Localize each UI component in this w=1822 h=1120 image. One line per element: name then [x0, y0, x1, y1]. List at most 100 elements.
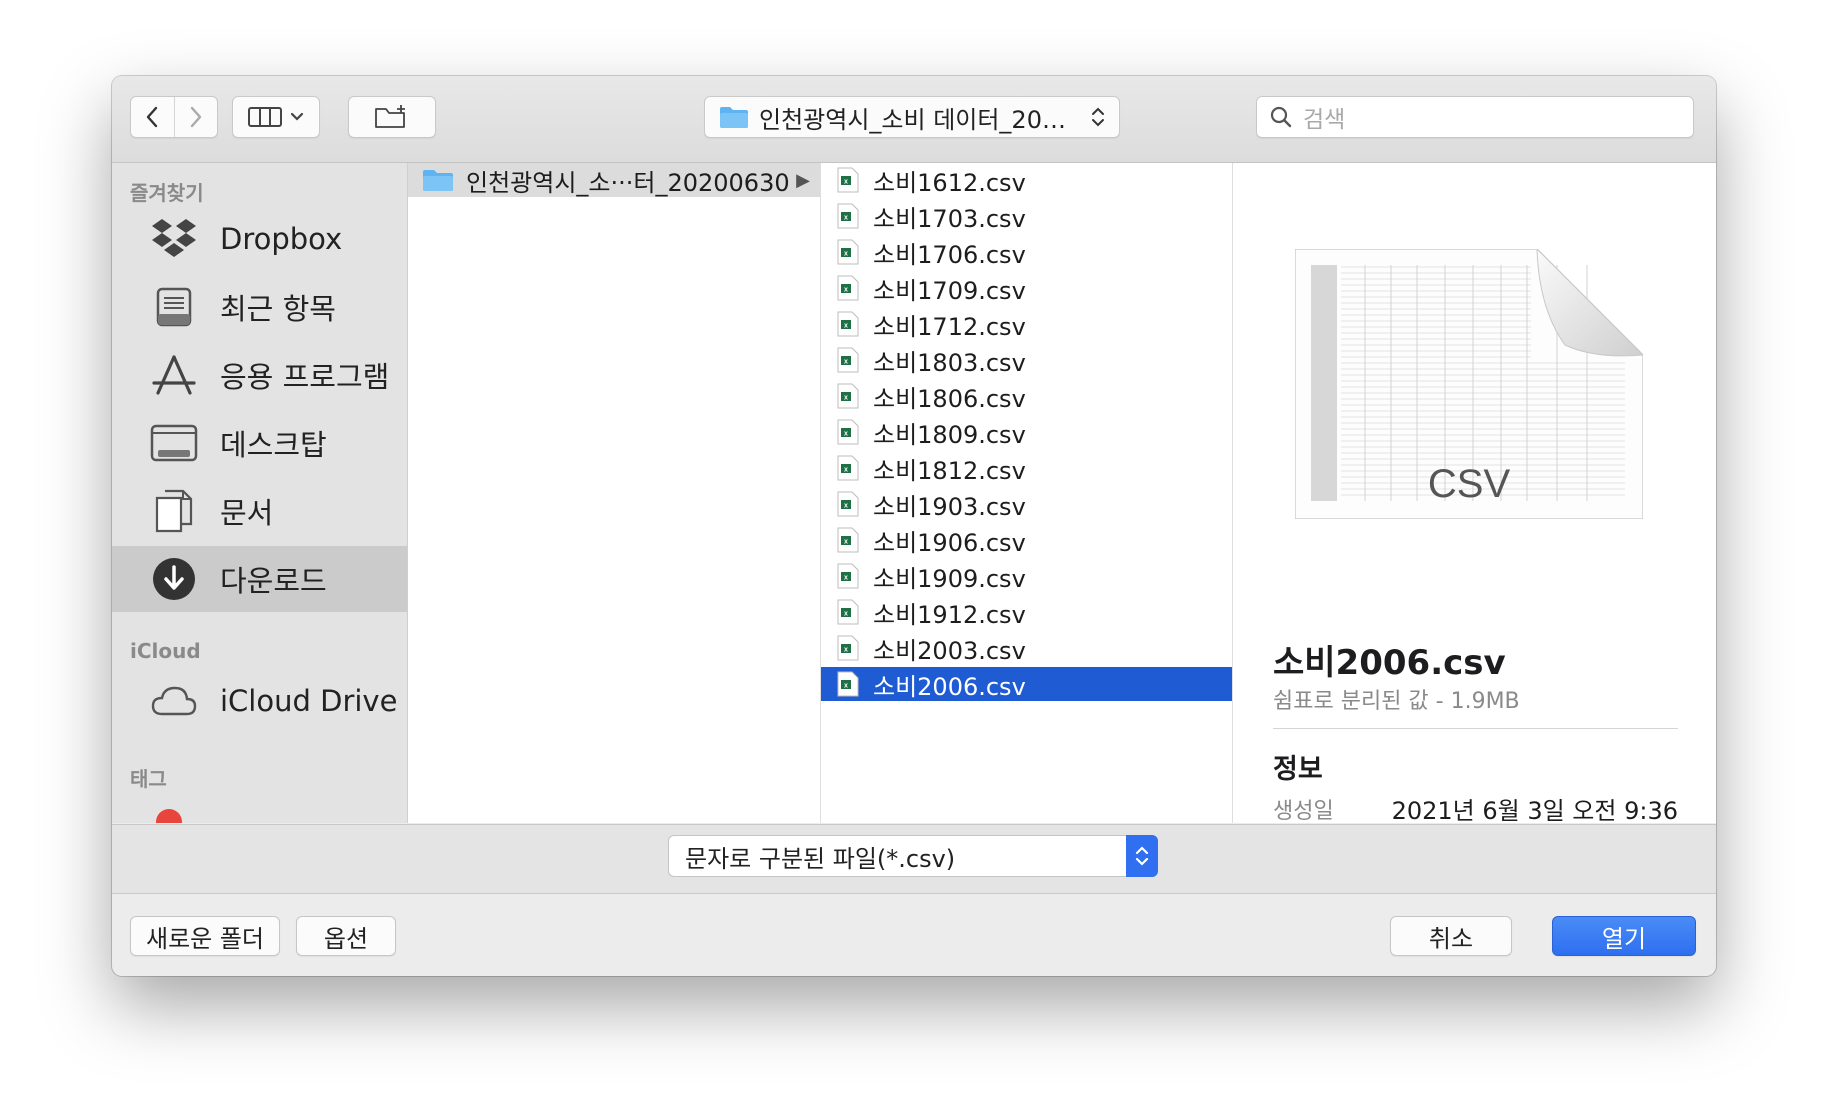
file-row[interactable]: x 소비1903.csv [821, 487, 1232, 521]
folder-icon [423, 170, 453, 191]
file-name: 소비2006.csv [873, 672, 1026, 701]
sidebar-item-label: 응용 프로그램 [220, 360, 390, 394]
file-name: 소비1903.csv [873, 492, 1026, 521]
cancel-button[interactable]: 취소 [1390, 916, 1512, 956]
format-bar: 문자로 구분된 파일(*.csv) [112, 824, 1716, 894]
preview-pane: CSV 소비2006.csv 쉼표로 분리된 값 - 1.9MB 정보 생성일 … [1233, 163, 1716, 823]
file-name: 소비1709.csv [873, 276, 1026, 305]
excel-file-icon: x [837, 635, 859, 661]
file-format-select[interactable]: 문자로 구분된 파일(*.csv) [668, 835, 1158, 877]
downloads-icon [148, 553, 200, 605]
svg-text:x: x [844, 575, 848, 582]
sidebar-item-dropbox[interactable]: Dropbox [112, 206, 407, 272]
file-row[interactable]: x 소비1706.csv [821, 235, 1232, 269]
up-down-chevron-icon [1092, 107, 1104, 127]
path-popup-button[interactable]: 인천광역시_소비 데이터_2020... [704, 96, 1120, 138]
up-down-chevron-icon [1135, 846, 1149, 866]
excel-file-icon: x [837, 671, 859, 697]
sidebar-item-label: Dropbox [220, 222, 343, 256]
file-name: 소비1909.csv [873, 564, 1026, 593]
file-row[interactable]: x 소비1909.csv [821, 559, 1232, 593]
file-row[interactable]: x 소비1806.csv [821, 379, 1232, 413]
folder-row[interactable]: 인천광역시_소···터_20200630 ▶ [408, 163, 820, 197]
applications-icon [148, 349, 200, 401]
sidebar-item-downloads[interactable]: 다운로드 [112, 546, 407, 612]
file-row[interactable]: x 소비1612.csv [821, 163, 1232, 197]
path-label: 인천광역시_소비 데이터_2020... [759, 105, 1081, 134]
file-name: 소비1712.csv [873, 312, 1026, 341]
tags-header: 태그 [130, 767, 167, 791]
created-value: 2021년 6월 3일 오전 9:36 [1391, 797, 1678, 823]
new-folder-icon [375, 105, 405, 128]
chevron-right-icon [190, 106, 201, 128]
forward-button[interactable] [175, 97, 218, 137]
file-row[interactable]: x 소비1809.csv [821, 415, 1232, 449]
file-row[interactable]: x 소비1712.csv [821, 307, 1232, 341]
file-row[interactable]: x 소비1906.csv [821, 523, 1232, 557]
back-button[interactable] [131, 97, 175, 137]
csv-thumbnail-label: CSV [1428, 462, 1511, 506]
file-row[interactable]: x 소비1912.csv [821, 595, 1232, 629]
preview-file-kind: 쉼표로 분리된 값 - 1.9MB [1273, 689, 1520, 714]
file-name: 소비1912.csv [873, 600, 1026, 629]
file-format-label: 문자로 구분된 파일(*.csv) [685, 844, 956, 873]
svg-text:x: x [844, 539, 848, 546]
excel-file-icon: x [837, 311, 859, 337]
view-mode-button[interactable] [232, 96, 320, 138]
dropbox-icon [148, 213, 200, 265]
file-row[interactable]: x 소비1703.csv [821, 199, 1232, 233]
sidebar-item-recents[interactable]: 최근 항목 [112, 274, 407, 340]
new-folder-button[interactable]: 새로운 폴더 [130, 916, 280, 956]
options-button[interactable]: 옵션 [296, 916, 396, 956]
file-name: 소비1812.csv [873, 456, 1026, 485]
file-row[interactable]: x 소비2006.csv [821, 667, 1232, 701]
chevron-left-icon [147, 106, 158, 128]
file-name: 소비1612.csv [873, 168, 1026, 197]
sidebar-item-label: iCloud Drive [220, 684, 398, 718]
sidebar-item-icloud-drive[interactable]: iCloud Drive [112, 668, 407, 734]
excel-file-icon: x [837, 527, 859, 553]
tag-red-dot[interactable] [156, 809, 182, 823]
toolbar: 인천광역시_소비 데이터_2020... 검색 [112, 76, 1716, 163]
chevron-down-icon [290, 112, 304, 121]
excel-file-icon: x [837, 275, 859, 301]
favorites-header: 즐겨찾기 [130, 181, 204, 205]
file-row[interactable]: x 소비1812.csv [821, 451, 1232, 485]
folder-name: 인천광역시_소···터_20200630 [466, 168, 790, 197]
preview-file-name: 소비2006.csv [1273, 643, 1506, 683]
recents-icon [148, 281, 200, 333]
columns-view-icon [248, 107, 282, 127]
sidebar-item-desktop[interactable]: 데스크탑 [112, 410, 407, 476]
svg-text:x: x [844, 395, 848, 402]
browser-column-1: 인천광역시_소···터_20200630 ▶ [408, 163, 821, 823]
info-header: 정보 [1273, 754, 1323, 785]
new-folder-toolbar-button[interactable] [348, 96, 436, 138]
excel-file-icon: x [837, 167, 859, 193]
csv-thumbnail: CSV [1294, 247, 1645, 520]
sidebar-item-documents[interactable]: 문서 [112, 478, 407, 544]
svg-text:x: x [844, 359, 848, 366]
svg-text:x: x [844, 287, 848, 294]
file-row[interactable]: x 소비2003.csv [821, 631, 1232, 665]
sidebar-item-applications[interactable]: 응용 프로그램 [112, 342, 407, 408]
sidebar-item-label: 최근 항목 [220, 292, 336, 326]
sidebar-item-label: 문서 [220, 496, 274, 530]
documents-icon [148, 485, 200, 537]
file-row[interactable]: x 소비1709.csv [821, 271, 1232, 305]
svg-text:x: x [844, 251, 848, 258]
cloud-icon [148, 675, 200, 727]
file-name: 소비1706.csv [873, 240, 1026, 269]
select-stepper[interactable] [1126, 835, 1158, 877]
excel-file-icon: x [837, 239, 859, 265]
open-button[interactable]: 열기 [1552, 916, 1696, 956]
file-row[interactable]: x 소비1803.csv [821, 343, 1232, 377]
search-field[interactable]: 검색 [1256, 96, 1694, 138]
disclosure-arrow-icon: ▶ [796, 169, 810, 191]
browser-column-2: x 소비1612.csv x 소비1703.csv x 소비1706.csv x 소비1709… [821, 163, 1233, 823]
created-label: 생성일 [1273, 799, 1334, 823]
excel-file-icon: x [837, 491, 859, 517]
file-name: 소비2003.csv [873, 636, 1026, 665]
excel-file-icon: x [837, 419, 859, 445]
excel-file-icon: x [837, 383, 859, 409]
excel-file-icon: x [837, 455, 859, 481]
